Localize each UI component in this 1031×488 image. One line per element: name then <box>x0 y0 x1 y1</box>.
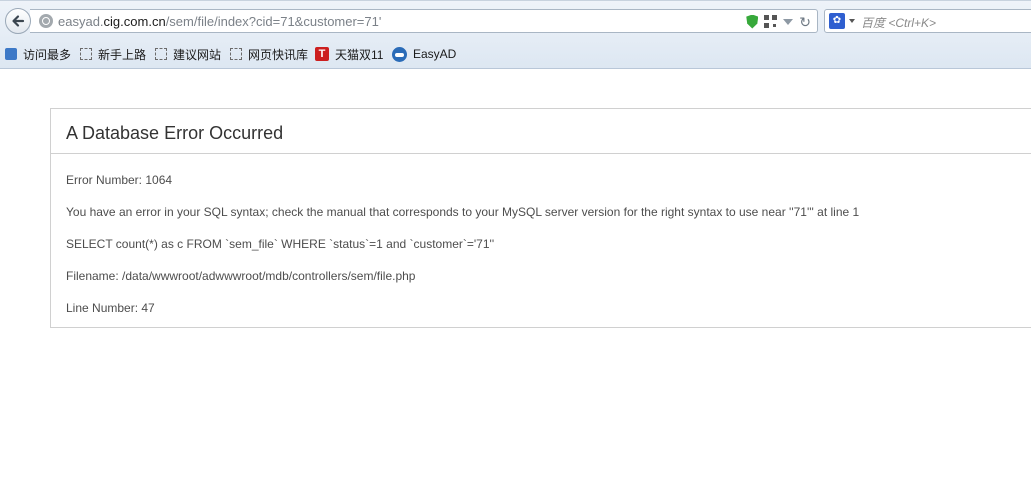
bookmark-icon <box>230 48 242 60</box>
address-bar[interactable]: easyad.cig.com.cn/sem/file/index?cid=71&… <box>30 9 818 33</box>
bookmark-easyad[interactable]: EasyAD <box>392 44 456 64</box>
error-line-number: Line Number: 47 <box>66 301 155 315</box>
error-filename: Filename: /data/wwwroot/adwwwroot/mdb/co… <box>66 269 416 283</box>
bookmark-label: 网页快讯库 <box>248 47 309 62</box>
bookmark-icon <box>155 48 167 60</box>
cloud-icon <box>392 46 407 62</box>
bookmark-tmall[interactable]: T 天猫双11 <box>315 44 383 64</box>
url-host-prefix: easyad. <box>58 14 104 29</box>
bookmark-most-visited[interactable]: 访问最多 <box>5 44 71 64</box>
browser-chrome: easyad.cig.com.cn/sem/file/index?cid=71&… <box>0 0 1031 69</box>
qr-code-icon[interactable] <box>764 15 778 28</box>
error-query: SELECT count(*) as c FROM `sem_file` WHE… <box>66 237 495 251</box>
bookmark-label: 天猫双11 <box>335 47 384 62</box>
tmall-icon: T <box>315 47 329 61</box>
window-top-border <box>0 0 1031 1</box>
back-arrow-icon <box>12 15 25 27</box>
bookmark-suggested-sites[interactable]: 建议网站 <box>155 44 221 64</box>
search-engine-dropdown-icon[interactable] <box>849 19 855 23</box>
url-text[interactable]: easyad.cig.com.cn/sem/file/index?cid=71&… <box>58 14 381 29</box>
bookmark-label: 建议网站 <box>173 47 222 62</box>
site-identity-icon[interactable] <box>39 14 53 28</box>
bookmark-getting-started[interactable]: 新手上路 <box>80 44 146 64</box>
address-bar-icons: ↻ <box>746 13 811 30</box>
error-divider <box>51 153 1031 154</box>
error-title: A Database Error Occurred <box>66 123 284 143</box>
bookmark-web-slice-gallery[interactable]: 网页快讯库 <box>230 44 308 64</box>
reload-icon[interactable]: ↻ <box>799 15 811 29</box>
error-number: Error Number: 1064 <box>66 173 173 187</box>
error-container: A Database Error Occurred Error Number: … <box>50 108 1031 328</box>
security-shield-icon[interactable] <box>746 14 759 29</box>
history-dropdown-icon[interactable] <box>783 18 794 25</box>
url-path: /sem/file/index?cid=71&customer=71' <box>165 14 382 29</box>
bookmarks-toolbar: 访问最多 新手上路 建议网站 网页快讯库 T 天猫双11 EasyAD <box>0 44 1031 64</box>
error-message: You have an error in your SQL syntax; ch… <box>66 205 860 219</box>
bookmark-label: EasyAD <box>413 47 457 61</box>
bookmark-label: 新手上路 <box>98 47 147 62</box>
bookmark-label: 访问最多 <box>23 47 72 62</box>
most-visited-icon <box>5 48 17 60</box>
url-host: cig.com.cn <box>103 14 166 29</box>
bookmark-icon <box>80 48 92 60</box>
search-engine-icon[interactable]: ✿ <box>829 13 845 29</box>
search-box[interactable]: ✿ 百度 <Ctrl+K> <box>824 9 1031 33</box>
back-button[interactable] <box>5 8 31 34</box>
search-placeholder: 百度 <Ctrl+K> <box>861 16 937 30</box>
